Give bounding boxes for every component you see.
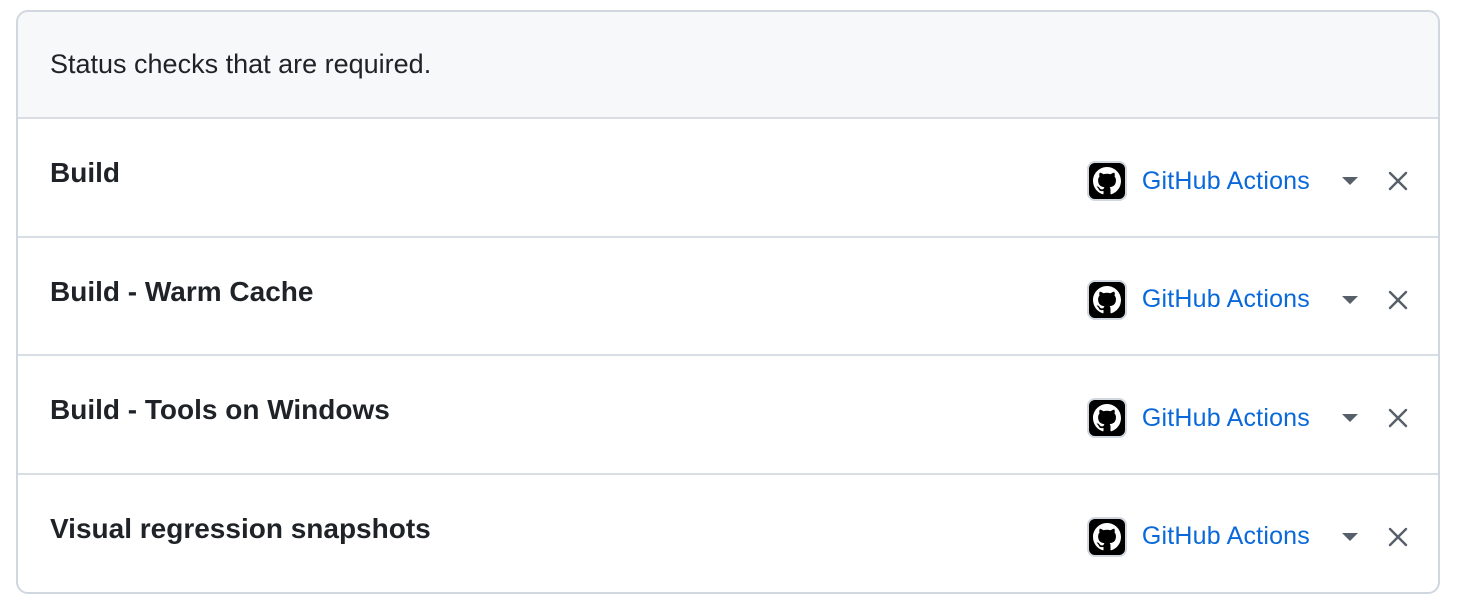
status-check-name: Build - Warm Cache bbox=[50, 275, 314, 307]
status-check-row: Visual regression snapshots GitHub Actio… bbox=[18, 475, 1438, 593]
github-actions-link[interactable]: GitHub Actions bbox=[1142, 522, 1310, 551]
status-check-row: Build GitHub Actions bbox=[18, 119, 1438, 238]
status-check-app: GitHub Actions bbox=[1086, 515, 1414, 559]
triangle-down-icon[interactable] bbox=[1342, 414, 1358, 422]
status-check-name: Visual regression snapshots bbox=[50, 512, 431, 544]
github-actions-link[interactable]: GitHub Actions bbox=[1142, 404, 1310, 433]
remove-check-button[interactable] bbox=[1382, 161, 1414, 201]
panel-header-text: Status checks that are required. bbox=[50, 49, 432, 79]
github-octocat-icon bbox=[1086, 516, 1127, 557]
status-check-name: Build bbox=[50, 157, 120, 188]
remove-check-button[interactable] bbox=[1382, 280, 1414, 320]
x-icon bbox=[1388, 527, 1408, 546]
triangle-down-icon[interactable] bbox=[1342, 295, 1358, 304]
status-check-row: Build - Tools on Windows GitHub Actions bbox=[18, 356, 1438, 475]
required-status-checks-panel: Status checks that are required. Build G… bbox=[16, 10, 1440, 594]
status-check-name: Build - Tools on Windows bbox=[50, 394, 390, 425]
x-icon bbox=[1388, 408, 1408, 428]
remove-check-button[interactable] bbox=[1382, 398, 1414, 438]
status-check-row: Build - Warm Cache GitHub Actions bbox=[18, 238, 1438, 356]
status-check-app: GitHub Actions bbox=[1086, 278, 1414, 322]
remove-check-button[interactable] bbox=[1382, 517, 1414, 557]
panel-header: Status checks that are required. bbox=[18, 12, 1438, 119]
triangle-down-icon[interactable] bbox=[1342, 177, 1358, 185]
github-octocat-icon bbox=[1086, 279, 1127, 320]
github-octocat-icon bbox=[1086, 161, 1127, 201]
x-icon bbox=[1388, 290, 1408, 309]
github-octocat-icon bbox=[1086, 398, 1127, 438]
github-actions-link[interactable]: GitHub Actions bbox=[1142, 285, 1310, 314]
x-icon bbox=[1388, 171, 1408, 191]
status-check-app: GitHub Actions bbox=[1086, 159, 1414, 203]
github-actions-link[interactable]: GitHub Actions bbox=[1142, 167, 1310, 196]
status-check-app: GitHub Actions bbox=[1086, 396, 1414, 440]
triangle-down-icon[interactable] bbox=[1342, 532, 1358, 541]
